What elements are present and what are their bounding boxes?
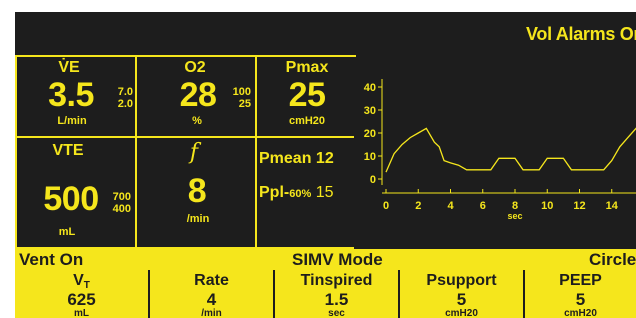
setting-rate-value: 4 <box>206 290 217 309</box>
setting-vt[interactable]: VT 625 mL <box>15 270 150 318</box>
pmean-value: 12 <box>315 150 334 167</box>
setting-tinspired-title: Tinspired <box>300 272 373 289</box>
setting-rate-title: Rate <box>194 272 229 289</box>
vte-label: VTE <box>52 142 84 159</box>
settings-bar: VT 625 mL Rate 4 /min Tinspired 1.5 sec … <box>15 270 636 318</box>
pressure-waveform-chart: 403020100024681012141sec <box>354 57 636 252</box>
x-tick-label: 10 <box>541 200 553 212</box>
setting-vt-unit: mL <box>74 308 89 318</box>
o2-value: 28 <box>179 76 217 114</box>
setting-peep-title: PEEP <box>559 272 602 289</box>
x-tick-label: 0 <box>383 200 389 212</box>
x-tick-label: 12 <box>573 200 585 212</box>
setting-psupport-unit: cmH20 <box>445 308 478 318</box>
o2-monitor: O2 28 100 25 % <box>135 55 257 138</box>
setting-psupport[interactable]: Psupport 5 cmH20 <box>400 270 525 318</box>
y-tick-label: 20 <box>364 128 376 140</box>
setting-psupport-title: Psupport <box>426 272 497 289</box>
frequency-monitor: f 8 /min <box>135 136 257 249</box>
ve-high-limit: 7.0 <box>117 86 133 98</box>
setting-vt-title: VT <box>73 272 90 291</box>
ppl-value: 15 <box>315 184 334 201</box>
setting-tinspired[interactable]: Tinspired 1.5 sec <box>275 270 400 318</box>
ve-label: V̇E <box>58 59 80 76</box>
pmean-label: Pmean <box>259 150 312 167</box>
x-axis-label: sec <box>507 211 522 221</box>
setting-peep[interactable]: PEEP 5 cmH20 <box>525 270 636 318</box>
setting-rate[interactable]: Rate 4 /min <box>150 270 275 318</box>
pressure-monitor: Pmean 12 Ppl-60% 15 <box>255 136 356 249</box>
alarm-status-title: Vol Alarms On <box>526 24 636 44</box>
header-bar: Vol Alarms On <box>15 12 636 57</box>
ventilation-mode[interactable]: SIMV Mode <box>292 250 383 270</box>
frequency-value: 8 <box>187 172 207 210</box>
ve-low-limit: 2.0 <box>117 98 133 110</box>
setting-tinspired-value: 1.5 <box>324 290 349 309</box>
y-tick-label: 40 <box>364 82 376 94</box>
pressure-waveform-line <box>385 127 636 173</box>
vte-monitor: VTE 500 700 400 mL <box>15 136 137 249</box>
ve-value: 3.5 <box>48 76 94 114</box>
ve-unit: L/min <box>57 115 87 127</box>
o2-low-limit: 25 <box>238 98 251 110</box>
vent-status: Vent On <box>19 250 84 269</box>
circuit-type: Circle <box>589 250 636 269</box>
status-bar: Vent On SIMV Mode Circle <box>15 249 636 270</box>
y-tick-label: 10 <box>364 151 376 163</box>
pmax-monitor: Pmax 25 cmH20 <box>255 55 356 138</box>
frequency-label: f <box>189 140 199 165</box>
vte-high-limit: 700 <box>112 191 131 203</box>
pmax-label: Pmax <box>285 59 329 76</box>
y-tick-label: 0 <box>370 174 376 186</box>
waveform-svg: 403020100024681012141sec <box>364 79 636 221</box>
ppl-row: Ppl-60% 15 <box>259 184 355 202</box>
setting-peep-unit: cmH20 <box>564 308 597 318</box>
x-tick-label: 6 <box>480 200 486 212</box>
vte-low-limit: 400 <box>112 203 131 215</box>
pmax-value: 25 <box>288 76 326 114</box>
setting-tinspired-unit: sec <box>328 308 345 318</box>
x-tick-label: 14 <box>606 200 619 212</box>
y-tick-label: 30 <box>364 105 376 117</box>
pmean-row: Pmean 12 <box>259 150 355 168</box>
frequency-unit: /min <box>186 213 210 225</box>
o2-high-limit: 100 <box>232 86 251 98</box>
vte-unit: mL <box>58 226 76 238</box>
vte-value: 500 <box>43 180 99 218</box>
pmax-unit: cmH20 <box>288 115 326 127</box>
setting-rate-unit: /min <box>201 308 222 318</box>
ppl-percent: 60% <box>289 188 312 200</box>
x-tick-label: 4 <box>447 200 454 212</box>
x-tick-label: 2 <box>415 200 421 212</box>
ppl-label: Ppl- <box>259 184 290 201</box>
setting-vt-value: 625 <box>67 290 96 309</box>
setting-psupport-value: 5 <box>456 290 467 309</box>
ventilator-screen: Vol Alarms On V̇E 3.5 7.0 2.0 L/min O2 2… <box>15 12 636 318</box>
ve-monitor: V̇E 3.5 7.0 2.0 L/min <box>15 55 137 138</box>
o2-label: O2 <box>184 59 206 76</box>
setting-peep-value: 5 <box>575 290 586 309</box>
o2-unit: % <box>192 115 202 127</box>
